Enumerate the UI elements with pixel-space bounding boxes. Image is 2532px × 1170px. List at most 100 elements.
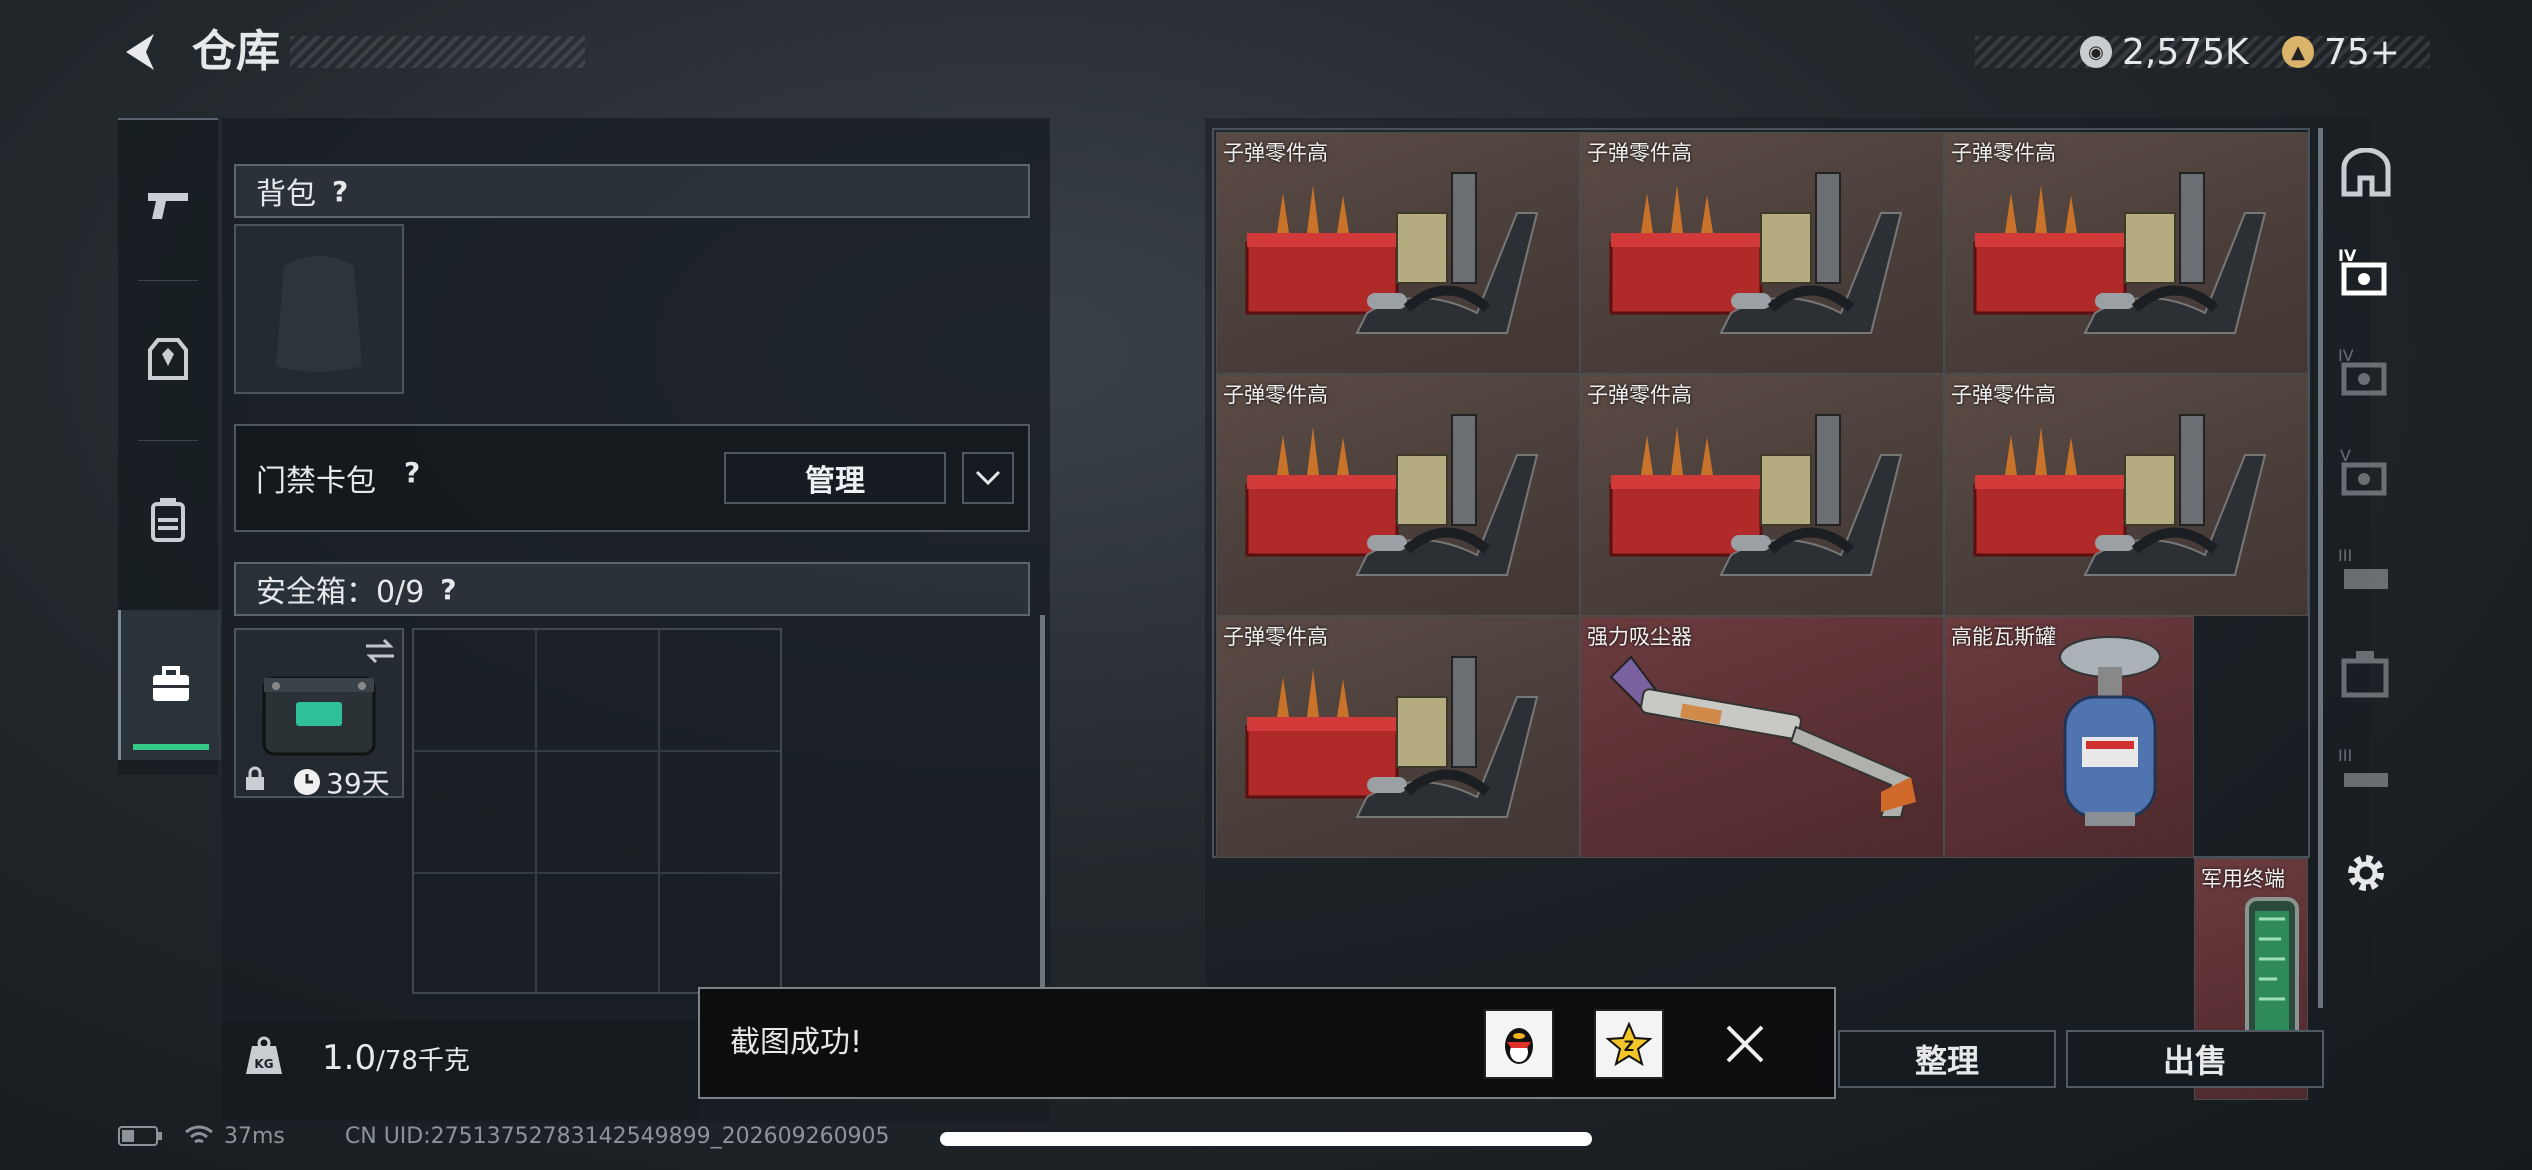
svg-text:V: V bbox=[2340, 446, 2351, 465]
lock-icon bbox=[246, 766, 264, 790]
ping: 37ms bbox=[224, 1123, 285, 1149]
tab-all[interactable] bbox=[2326, 128, 2406, 218]
backpack-placeholder-icon bbox=[276, 256, 362, 372]
ammo-parts-icon bbox=[1245, 172, 1539, 334]
weight-value: 1.0 bbox=[322, 1038, 377, 1078]
weight-icon: KG bbox=[246, 1036, 282, 1074]
silver-coin-icon: ◉ bbox=[2080, 36, 2112, 68]
svg-text:III: III bbox=[2338, 746, 2352, 765]
gold-coin-icon: ▲ bbox=[2282, 36, 2314, 68]
home-indicator[interactable] bbox=[940, 1132, 1592, 1146]
backpack-header: 背包 ? bbox=[234, 164, 1030, 218]
item-name: 子弹零件高 bbox=[1587, 141, 1692, 165]
gold-currency: ▲ 75+ bbox=[2282, 26, 2400, 78]
screenshot-toast: 截图成功! Z bbox=[698, 987, 1836, 1099]
ammo-parts-icon bbox=[1609, 172, 1903, 334]
grid-item-gas-tank[interactable]: 高能瓦斯罐 bbox=[1944, 616, 2194, 858]
item-name: 子弹零件高 bbox=[1951, 383, 2056, 407]
share-favorite-button[interactable]: Z bbox=[1594, 1009, 1664, 1079]
keycard-help-icon[interactable]: ? bbox=[404, 456, 420, 489]
svg-text:IV: IV bbox=[2338, 346, 2354, 365]
grid-item-ammo-parts[interactable]: 子弹零件高 bbox=[1580, 132, 1944, 374]
vest-icon bbox=[148, 338, 188, 380]
sell-button[interactable]: 出售 bbox=[2066, 1030, 2324, 1088]
safebox-label: 安全箱：0/9 bbox=[256, 575, 425, 610]
silver-amount: 2,575K bbox=[2122, 31, 2249, 73]
tab-storage-4-active[interactable]: IV bbox=[2326, 228, 2406, 318]
qq-penguin-icon bbox=[1505, 1028, 1533, 1064]
tab-storage-bag[interactable] bbox=[2326, 628, 2406, 718]
right-scrollbar[interactable] bbox=[2318, 128, 2323, 1008]
ammo-parts-icon bbox=[1973, 414, 2267, 576]
tab-storage-4b[interactable]: IV bbox=[2326, 328, 2406, 418]
manage-button[interactable]: 管理 bbox=[724, 452, 946, 504]
page-title: 仓库 bbox=[192, 26, 280, 77]
grid-item-vacuum[interactable]: 强力吸尘器 bbox=[1580, 616, 1944, 858]
ammo-parts-icon bbox=[1609, 414, 1903, 576]
grid-item-ammo-parts[interactable]: 子弹零件高 bbox=[1580, 374, 1944, 616]
share-qq-button[interactable] bbox=[1484, 1009, 1554, 1079]
backpack-slot[interactable] bbox=[234, 224, 404, 394]
keycard-section: 门禁卡包 ? 管理 bbox=[234, 424, 1030, 532]
backpack-label: 背包 bbox=[256, 177, 316, 212]
weight-readout: 1.0 /78千克 bbox=[322, 1038, 470, 1078]
storage-iv-icon: IV bbox=[2338, 346, 2387, 396]
keycard-label: 门禁卡包 bbox=[256, 464, 376, 499]
battery-icon bbox=[118, 1126, 162, 1146]
nav-item-weapon[interactable] bbox=[118, 130, 218, 280]
back-arrow-icon bbox=[126, 34, 154, 70]
storage-iii-icon: III bbox=[2338, 746, 2388, 787]
back-button[interactable] bbox=[118, 28, 166, 76]
grid-item-ammo-parts[interactable]: 子弹零件高 bbox=[1216, 616, 1580, 858]
settings-button[interactable] bbox=[2326, 828, 2406, 918]
item-name: 强力吸尘器 bbox=[1587, 625, 1692, 649]
title-decoration bbox=[290, 36, 585, 68]
grid-item-ammo-parts[interactable]: 子弹零件高 bbox=[1216, 132, 1580, 374]
status-bar: 37ms CN UID:27513752783142549899_2026092… bbox=[118, 1118, 890, 1154]
tab-storage-3[interactable]: III bbox=[2326, 528, 2406, 618]
item-name: 子弹零件高 bbox=[1587, 383, 1692, 407]
safebox-help-icon[interactable]: ? bbox=[440, 573, 456, 606]
close-icon bbox=[1726, 1025, 1764, 1063]
safebox-grid[interactable] bbox=[412, 628, 782, 994]
user-uid: CN UID:27513752783142549899_202609260905 bbox=[344, 1123, 890, 1149]
expand-button[interactable] bbox=[962, 452, 1014, 504]
grid-item-ammo-parts[interactable]: 子弹零件高 bbox=[1944, 374, 2308, 616]
item-name: 子弹零件高 bbox=[1223, 383, 1328, 407]
grid-item-ammo-parts[interactable]: 子弹零件高 bbox=[1216, 374, 1580, 616]
weight-max: /78千克 bbox=[376, 1046, 470, 1076]
backpack-help-icon[interactable]: ? bbox=[332, 175, 348, 208]
sort-button[interactable]: 整理 bbox=[1838, 1030, 2056, 1088]
nav-item-armor[interactable] bbox=[118, 285, 218, 435]
storage-iv-icon: IV bbox=[2338, 246, 2387, 296]
safebox-header: 安全箱：0/9 ? bbox=[234, 562, 1030, 616]
nav-item-safebox[interactable] bbox=[118, 610, 221, 760]
weight-icon-label: KG bbox=[254, 1057, 273, 1071]
clock-icon bbox=[294, 769, 320, 795]
grid-item-ammo-parts[interactable]: 子弹零件高 bbox=[1944, 132, 2308, 374]
storage-tabs: IV IV V III III bbox=[2326, 128, 2406, 1008]
storage-grid: 子弹零件高 子弹零件高 子弹零件高 子弹零件高 子弹零件高 子弹零件高 子弹零件高 强力吸尘器… bbox=[1212, 128, 2310, 1100]
tab-storage-5[interactable]: V bbox=[2326, 428, 2406, 518]
storage-iii-icon: III bbox=[2338, 546, 2388, 589]
bag-icon bbox=[2341, 651, 2389, 698]
toast-message: 截图成功! bbox=[730, 1025, 863, 1060]
gas-tank-icon bbox=[2059, 636, 2161, 826]
toast-close-button[interactable] bbox=[1720, 1019, 1770, 1069]
svg-text:IV: IV bbox=[2338, 246, 2357, 265]
item-name: 子弹零件高 bbox=[1951, 141, 2056, 165]
vacuum-icon bbox=[1609, 655, 1916, 818]
svg-text:Z: Z bbox=[1624, 1039, 1634, 1055]
item-name: 军用终端 bbox=[2201, 867, 2285, 891]
vault-icon bbox=[2341, 148, 2391, 197]
safebox-slot[interactable]: 39天 bbox=[234, 628, 404, 800]
item-name: 高能瓦斯罐 bbox=[1951, 625, 2056, 649]
category-nav bbox=[118, 118, 221, 775]
toolbox-icon bbox=[153, 666, 189, 701]
tab-storage-3b[interactable]: III bbox=[2326, 728, 2406, 818]
expiry: 39天 bbox=[292, 762, 390, 802]
star-icon: Z bbox=[1605, 1021, 1653, 1067]
left-scrollbar[interactable] bbox=[1040, 615, 1045, 1010]
nav-item-backpack[interactable] bbox=[118, 445, 218, 595]
wifi-icon bbox=[185, 1125, 213, 1144]
